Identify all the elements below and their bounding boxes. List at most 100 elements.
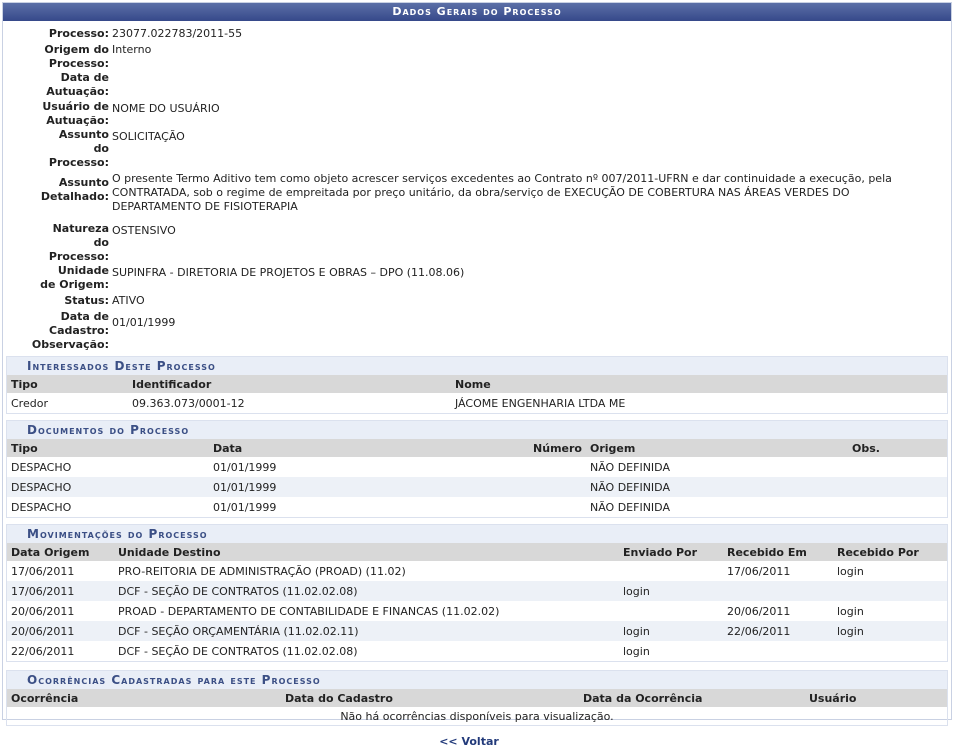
cell-recebido-em [723, 581, 833, 601]
cell-enviado-por: login [619, 621, 723, 641]
cell-recebido-por: login [837, 604, 864, 618]
field-value: NOME DO USUÁRIO [112, 102, 220, 115]
cell-data-origem: 20/06/2011 [7, 621, 114, 641]
table-row: 17/06/2011 DCF - SEÇÃO DE CONTRATOS (11.… [7, 581, 947, 601]
cell-recebido-por [833, 581, 947, 601]
column-header: Número [522, 439, 586, 457]
cell-obs [848, 477, 947, 497]
cell-unidade-destino: DCF - SEÇÃO DE CONTRATOS (11.02.02.08) [114, 581, 619, 601]
table-row: Credor 09.363.073/0001-12 JÁCOME ENGENHA… [7, 393, 947, 413]
column-header: Ocorrência [7, 689, 281, 707]
column-header: Identificador [128, 375, 451, 393]
field-assunto-detalhado: Assunto Detalhado: O presente Termo Aditi… [3, 172, 951, 214]
interessados-table: Tipo Identificador Nome Credor 09.363.07… [7, 375, 947, 413]
column-header: Data do Cadastro [281, 689, 579, 707]
column-header: Origem [586, 439, 848, 457]
cell-enviado-por [619, 601, 723, 621]
table-row: 20/06/2011 PROAD - DEPARTAMENTO DE CONTA… [7, 601, 947, 621]
column-header: Tipo [7, 439, 209, 457]
field-label: Data de Autuação: [46, 71, 109, 98]
movimentacoes-table: Data Origem Unidade Destino Enviado Por … [7, 543, 947, 661]
back-link[interactable]: << Voltar [0, 735, 938, 748]
process-details-panel: Dados Gerais do Processo Processo: 23077.… [2, 2, 952, 726]
documentos-section: Documentos do Processo Tipo Data Número … [6, 420, 948, 518]
cell-enviado-por: login [619, 581, 723, 601]
field-label: Assunto do Processo: [48, 128, 109, 169]
cell-tipo: DESPACHO [11, 500, 72, 514]
column-header: Nome [451, 375, 947, 393]
field-label: Usuário de Autuação: [42, 100, 109, 127]
cell-nome: JÁCOME ENGENHARIA LTDA ME [455, 396, 626, 410]
cell-data: 01/01/1999 [213, 460, 277, 474]
ocorrencias-section: Ocorrências Cadastradas para este Proces… [6, 670, 948, 726]
cell-identificador: 09.363.073/0001-12 [132, 396, 245, 410]
column-header: Usuário [805, 689, 947, 707]
column-header: Data [209, 439, 522, 457]
cell-origem: NÃO DEFINIDA [586, 477, 848, 497]
column-header: Unidade Destino [114, 543, 619, 561]
interessados-section: Interessados Deste Processo Tipo Identif… [6, 356, 948, 414]
movimentacoes-section: Movimentações do Processo Data Origem Un… [6, 524, 948, 662]
field-label: Origem do Processo: [44, 43, 109, 70]
cell-data-origem: 17/06/2011 [11, 564, 75, 578]
cell-obs [848, 497, 947, 517]
table-row: 20/06/2011 DCF - SEÇÃO ORÇAMENTÁRIA (11.… [7, 621, 947, 641]
field-value: 23077.022783/2011-55 [112, 27, 243, 40]
cell-recebido-por [833, 641, 947, 661]
empty-message: Não há ocorrências disponíveis para visu… [340, 709, 614, 723]
cell-tipo: DESPACHO [7, 477, 209, 497]
field-processo: Processo: 23077.022783/2011-55 [3, 27, 951, 41]
field-value: Interno [112, 43, 152, 56]
cell-unidade-destino: PRO-REITORIA DE ADMINISTRAÇÃO (PROAD) (1… [118, 564, 406, 578]
cell-data: 01/01/1999 [209, 477, 522, 497]
column-header: Data Origem [7, 543, 114, 561]
section-title: Interessados Deste Processo [7, 356, 947, 375]
cell-data-origem: 17/06/2011 [7, 581, 114, 601]
cell-numero [522, 497, 586, 517]
field-value: SOLICITAÇÃO [112, 130, 185, 143]
cell-numero [522, 477, 586, 497]
general-fields: Processo: 23077.022783/2011-55 Origem do … [3, 27, 951, 352]
field-usuario-autuacao: Usuário de Autuação: NOME DO USUÁRIO [3, 100, 951, 128]
section-title: Movimentações do Processo [7, 524, 947, 543]
cell-recebido-por: login [837, 564, 864, 578]
cell-recebido-em: 22/06/2011 [723, 621, 833, 641]
documentos-table: Tipo Data Número Origem Obs. DESPACHO 01… [7, 439, 947, 517]
cell-tipo: DESPACHO [11, 460, 72, 474]
cell-recebido-em: 17/06/2011 [727, 564, 791, 578]
field-origem: Origem do Processo: Interno [3, 43, 951, 71]
field-label: Natureza do Processo: [48, 222, 109, 263]
field-label: Unidade de Origem: [40, 264, 109, 291]
cell-unidade-destino: PROAD - DEPARTAMENTO DE CONTABILIDADE E … [118, 604, 500, 618]
cell-unidade-destino: DCF - SEÇÃO DE CONTRATOS (11.02.02.08) [118, 644, 358, 658]
cell-origem: NÃO DEFINIDA [590, 460, 670, 474]
section-title: Documentos do Processo [7, 420, 947, 439]
ocorrencias-table: Ocorrência Data do Cadastro Data da Ocor… [7, 689, 947, 725]
table-row: 17/06/2011 PRO-REITORIA DE ADMINISTRAÇÃO… [7, 561, 947, 581]
cell-recebido-em: 20/06/2011 [727, 604, 791, 618]
table-row: DESPACHO 01/01/1999 NÃO DEFINIDA [7, 457, 947, 477]
field-unidade-origem: Unidade de Origem: SUPINFRA - DIRETORIA D… [3, 264, 951, 292]
field-label: Observação: [31, 338, 109, 351]
section-title: Ocorrências Cadastradas para este Proces… [7, 670, 947, 689]
field-data-autuacao: Data de Autuação: [3, 71, 951, 99]
cell-recebido-em [723, 641, 833, 661]
field-data-cadastro: Data de Cadastro: 01/01/1999 [3, 310, 951, 338]
table-row: 22/06/2011 DCF - SEÇÃO DE CONTRATOS (11.… [7, 641, 947, 661]
field-value: ATIVO [112, 294, 145, 307]
cell-enviado-por [619, 561, 723, 581]
cell-enviado-por: login [623, 644, 650, 658]
column-header: Recebido Por [833, 543, 947, 561]
cell-obs [848, 457, 947, 477]
column-header: Obs. [848, 439, 947, 457]
cell-unidade-destino: DCF - SEÇÃO ORÇAMENTÁRIA (11.02.02.11) [114, 621, 619, 641]
field-assunto: Assunto do Processo: SOLICITAÇÃO [3, 128, 951, 170]
cell-data-origem: 22/06/2011 [11, 644, 75, 658]
field-value: 01/01/1999 [112, 316, 176, 329]
field-value: OSTENSIVO [112, 224, 176, 237]
field-label: Assunto Detalhado: [40, 176, 109, 203]
field-label: Status: [64, 294, 109, 307]
table-row: Não há ocorrências disponíveis para visu… [7, 707, 947, 725]
cell-recebido-por: login [833, 621, 947, 641]
table-row: DESPACHO 01/01/1999 NÃO DEFINIDA [7, 497, 947, 517]
